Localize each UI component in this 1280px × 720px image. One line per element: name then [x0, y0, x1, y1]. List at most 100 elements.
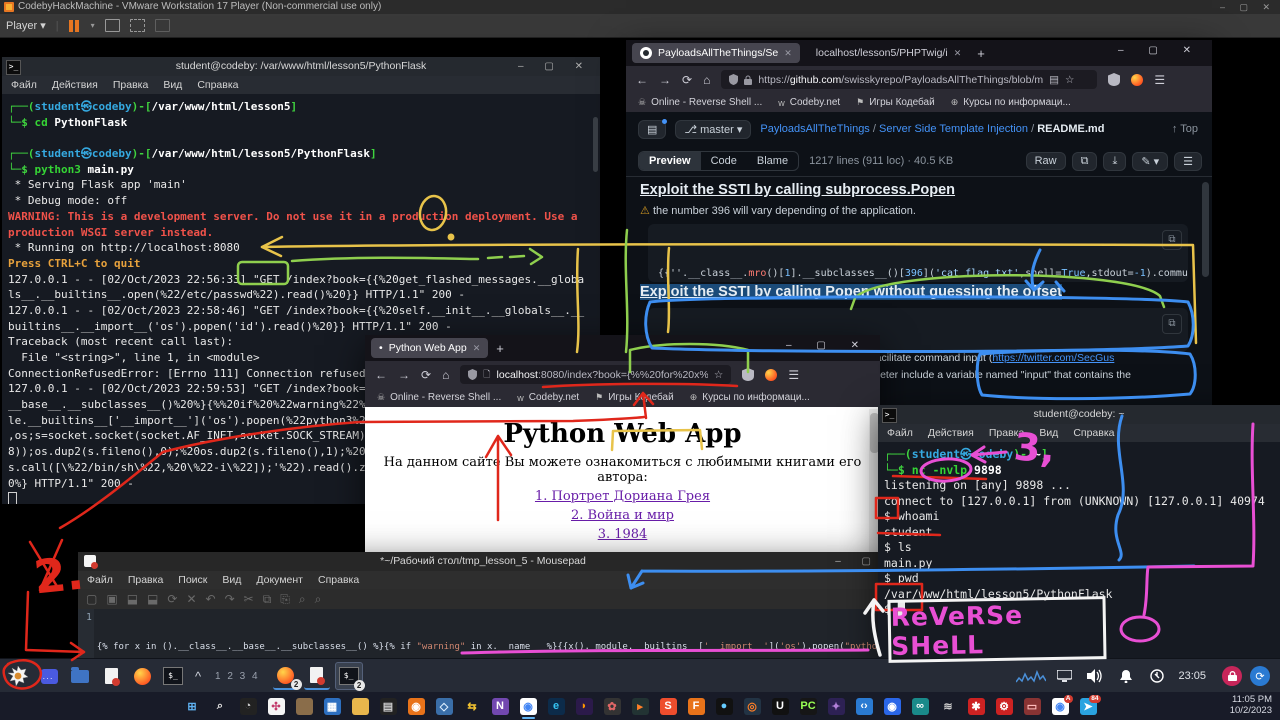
- bookmark-codeby[interactable]: wCodeby.net: [517, 392, 579, 403]
- panel-expand-icon[interactable]: ^: [191, 663, 205, 689]
- firefox2-window-controls[interactable]: – ▢ ✕: [786, 340, 870, 351]
- menu-document[interactable]: Документ: [256, 574, 303, 586]
- file-tree-icon[interactable]: ▤: [638, 120, 666, 139]
- url-bar[interactable]: https://github.com/swisskyrepo/PayloadsA…: [721, 70, 1097, 89]
- menu-view[interactable]: Вид: [1039, 427, 1058, 439]
- app-menu-icon[interactable]: ☰: [788, 368, 799, 382]
- terminal2-output[interactable]: ┌──(student㉿codeby)-[~]└─$ nc -nvlp 9898…: [878, 442, 1280, 658]
- tab-python-web-app[interactable]: • Python Web App ✕: [371, 338, 488, 358]
- taskbar-firefox-running[interactable]: 2: [273, 662, 299, 690]
- unreal-engine-icon[interactable]: U: [772, 698, 789, 715]
- cut-icon[interactable]: ✂: [244, 592, 254, 606]
- copy-icon[interactable]: ⧉: [263, 592, 272, 607]
- pause-vm-button[interactable]: [69, 19, 81, 31]
- chrome-profile-icon[interactable]: ◉A: [1052, 698, 1069, 715]
- player-menu[interactable]: Player ▾: [6, 19, 46, 32]
- github-scrollbar[interactable]: [1202, 182, 1209, 277]
- slack-app-icon[interactable]: ✣: [268, 698, 285, 715]
- menu-help[interactable]: Справка: [1073, 427, 1114, 439]
- undo-icon[interactable]: ↶: [206, 592, 216, 606]
- chrome-icon[interactable]: ◉: [520, 698, 537, 715]
- firefox1-window-controls[interactable]: – ▢ ✕: [1118, 45, 1202, 56]
- extension-icon[interactable]: [765, 369, 777, 381]
- pocket-icon[interactable]: [742, 368, 754, 381]
- shop-app-icon[interactable]: S: [660, 698, 677, 715]
- volume-icon[interactable]: [1082, 663, 1108, 689]
- menu-help[interactable]: Справка: [197, 79, 238, 91]
- map-pin-app-icon[interactable]: ◉: [884, 698, 901, 715]
- screen-share-app-icon[interactable]: ▭: [1024, 698, 1041, 715]
- home-icon[interactable]: ⌂: [703, 73, 710, 87]
- vmware-window-controls[interactable]: – ▢ ✕: [1220, 0, 1276, 14]
- onenote-icon[interactable]: N: [492, 698, 509, 715]
- breadcrumb-folder[interactable]: Server Side Template Injection: [879, 123, 1028, 135]
- view-switcher[interactable]: Preview Code Blame: [638, 151, 799, 171]
- telegram-icon[interactable]: ➤84: [1080, 698, 1097, 715]
- new-tab-button[interactable]: +: [496, 341, 504, 356]
- pycharm-icon[interactable]: PC: [800, 698, 817, 715]
- terminal1-window-controls[interactable]: – ▢ ✕: [518, 57, 592, 76]
- visual-studio-icon[interactable]: ✦: [828, 698, 845, 715]
- infinity-app-icon[interactable]: ∞: [912, 698, 929, 715]
- taskbar-mousepad-running[interactable]: [304, 662, 330, 690]
- file-manager-icon[interactable]: [67, 663, 93, 689]
- back-icon[interactable]: ←: [375, 368, 387, 382]
- firefox-icon[interactable]: ◗: [576, 698, 593, 715]
- reload-icon[interactable]: ⟳: [682, 73, 692, 87]
- search-icon[interactable]: ⌕: [299, 592, 306, 607]
- bookmark-games[interactable]: ⚑Игры Кодебай: [856, 97, 935, 108]
- app-menu-icon[interactable]: ☰: [1154, 73, 1165, 87]
- copy-raw-icon[interactable]: ⧉: [1072, 152, 1098, 171]
- open-file-icon[interactable]: ▣: [106, 592, 117, 606]
- pinwheel-app-icon[interactable]: ✿: [604, 698, 621, 715]
- code-block-subprocess[interactable]: {{''.__class__.mro()[1].__subclasses__()…: [648, 224, 1188, 282]
- extension-icon[interactable]: [1131, 74, 1143, 86]
- save-as-icon[interactable]: ⬓: [147, 592, 158, 606]
- menu-file[interactable]: Файл: [87, 574, 113, 586]
- notifications-bell-icon[interactable]: [1113, 663, 1139, 689]
- bookmark-codeby[interactable]: wCodeby.net: [778, 97, 840, 108]
- app-menu-icon[interactable]: [36, 663, 62, 689]
- twitter-link[interactable]: https://twitter.com/SecGus: [992, 352, 1114, 364]
- settings-red-app-icon[interactable]: ⚙: [996, 698, 1013, 715]
- taskbar-terminal-running[interactable]: $_2: [335, 662, 363, 690]
- power-manager-icon[interactable]: [1144, 663, 1170, 689]
- forward-icon[interactable]: →: [659, 73, 671, 87]
- menu-search[interactable]: Поиск: [178, 574, 207, 586]
- copy-code-icon[interactable]: ⧉: [1162, 314, 1182, 334]
- terminal-launcher-icon[interactable]: $_: [160, 663, 186, 689]
- redo-icon[interactable]: ↷: [225, 592, 235, 606]
- menu-actions[interactable]: Действия: [928, 427, 974, 439]
- forward-icon[interactable]: →: [398, 368, 410, 382]
- arrows-app-icon[interactable]: ⇆: [464, 698, 481, 715]
- dark-browser-icon[interactable]: ●: [716, 698, 733, 715]
- home-icon[interactable]: ⌂: [442, 368, 449, 382]
- edit-pencil-icon[interactable]: ✎ ▾: [1132, 152, 1168, 171]
- download-icon[interactable]: ⤓: [1103, 152, 1126, 171]
- notes-app-icon[interactable]: ▤: [380, 698, 397, 715]
- carrot-app-icon[interactable]: ▸: [632, 698, 649, 715]
- menu-view[interactable]: Вид: [222, 574, 241, 586]
- antivirus-app-icon[interactable]: ✱: [968, 698, 985, 715]
- terminal1-scrollbar[interactable]: [593, 117, 598, 172]
- bookmark-star-icon[interactable]: ☆: [1065, 74, 1074, 86]
- copy-code-icon[interactable]: ⧉: [1162, 230, 1182, 250]
- edge-icon[interactable]: e: [548, 698, 565, 715]
- f-app-icon[interactable]: F: [688, 698, 705, 715]
- orange-app-icon[interactable]: ◉: [408, 698, 425, 715]
- bookmark-star-icon[interactable]: ☆: [714, 369, 723, 381]
- vscode-icon[interactable]: ‹›: [856, 698, 873, 715]
- tab-code[interactable]: Code: [701, 152, 747, 170]
- host-clock[interactable]: 11:05 PM 10/2/2023: [1230, 694, 1272, 716]
- send-ctrl-alt-del-icon[interactable]: [105, 19, 120, 32]
- tab-close-icon[interactable]: ✕: [784, 48, 792, 59]
- tab-close-icon[interactable]: ✕: [954, 48, 962, 59]
- bookmark-courses[interactable]: ⊕Курсы по информаци...: [951, 97, 1071, 108]
- start-button[interactable]: ⊞: [184, 698, 201, 715]
- back-icon[interactable]: ←: [636, 73, 648, 87]
- tab-blame[interactable]: Blame: [747, 152, 798, 170]
- mousepad-window-controls[interactable]: – ▢: [835, 552, 880, 571]
- display-icon[interactable]: [1051, 663, 1077, 689]
- terminal2-titlebar[interactable]: >_ student@codeby: ~: [878, 405, 1280, 424]
- fullscreen-icon[interactable]: [130, 19, 145, 32]
